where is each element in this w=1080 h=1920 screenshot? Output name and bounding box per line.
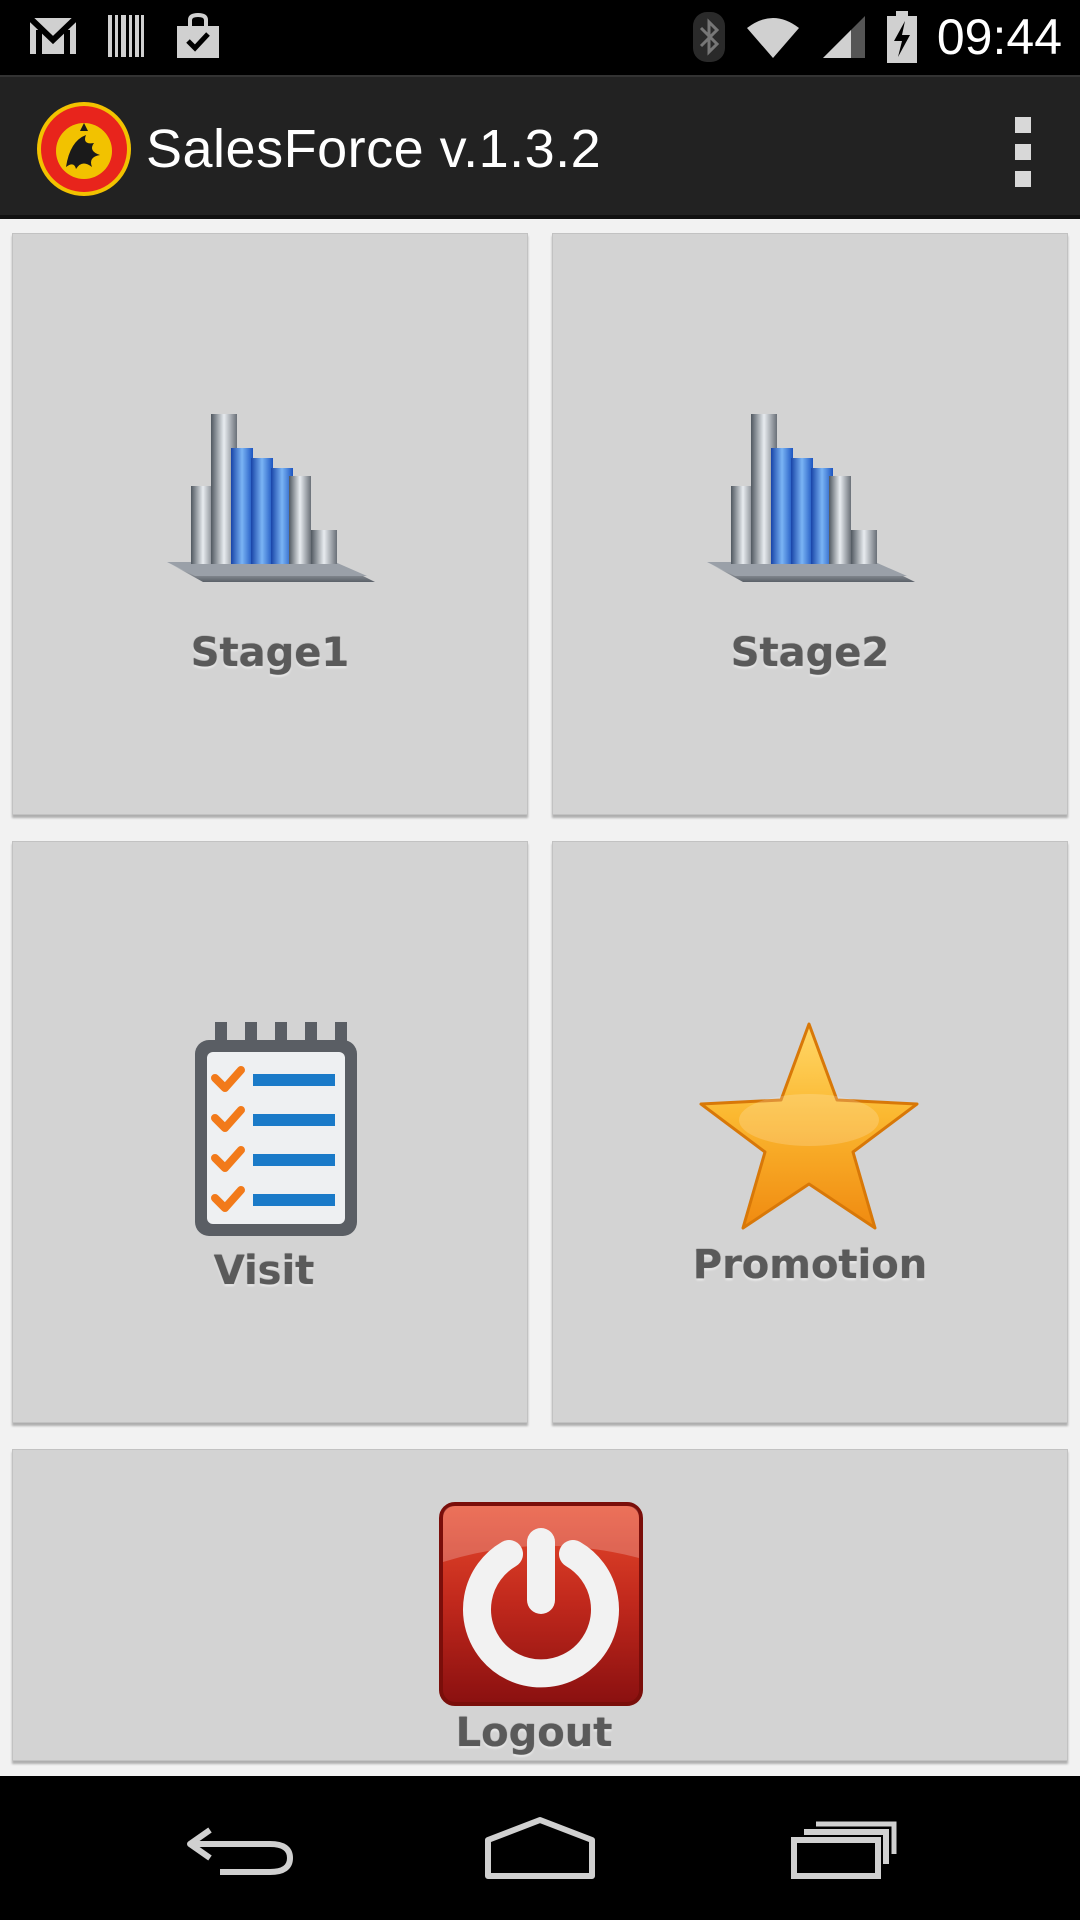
dashboard-grid: Stage1 Stage2 Visit Promotion Logout bbox=[0, 219, 1080, 1776]
stage1-label: Stage1 bbox=[190, 630, 350, 676]
battery-charging-icon bbox=[886, 11, 917, 63]
menu-dot bbox=[1015, 171, 1031, 187]
gmail-icon bbox=[28, 16, 78, 54]
promotion-button[interactable]: Promotion bbox=[552, 841, 1068, 1423]
dragon-logo-icon[interactable] bbox=[36, 101, 132, 197]
status-bar-notifications bbox=[28, 12, 222, 60]
checklist-icon bbox=[195, 1022, 357, 1236]
home-icon[interactable] bbox=[470, 1806, 610, 1890]
menu-dot bbox=[1015, 117, 1031, 133]
action-bar: SalesForce v.1.3.2 bbox=[0, 75, 1080, 219]
logout-button[interactable]: Logout bbox=[12, 1449, 1068, 1761]
status-bar: 09:44 bbox=[0, 0, 1080, 75]
bar-chart-icon bbox=[707, 414, 915, 582]
status-bar-system: 09:44 bbox=[692, 8, 1062, 66]
visit-button[interactable]: Visit bbox=[12, 841, 528, 1423]
status-time: 09:44 bbox=[936, 9, 1062, 65]
star-icon bbox=[699, 1022, 919, 1230]
barcode-icon bbox=[108, 15, 144, 57]
stage2-button[interactable]: Stage2 bbox=[552, 233, 1068, 815]
app-title: SalesForce v.1.3.2 bbox=[146, 119, 602, 179]
visit-label: Visit bbox=[213, 1248, 315, 1294]
logout-label: Logout bbox=[455, 1710, 613, 1756]
shopping-bag-icon bbox=[177, 12, 219, 58]
stage1-button[interactable]: Stage1 bbox=[12, 233, 528, 815]
bar-chart-icon bbox=[167, 414, 375, 582]
menu-dot bbox=[1015, 144, 1031, 160]
signal-icon bbox=[822, 16, 865, 58]
recent-apps-icon[interactable] bbox=[774, 1806, 914, 1890]
stage2-label: Stage2 bbox=[730, 630, 890, 676]
back-icon[interactable] bbox=[170, 1806, 310, 1890]
navigation-bar bbox=[0, 1776, 1080, 1920]
bluetooth-icon bbox=[692, 12, 725, 62]
more-vertical-icon[interactable] bbox=[1008, 117, 1038, 187]
power-icon bbox=[439, 1502, 643, 1706]
wifi-icon bbox=[746, 18, 799, 58]
promotion-label: Promotion bbox=[692, 1242, 928, 1288]
